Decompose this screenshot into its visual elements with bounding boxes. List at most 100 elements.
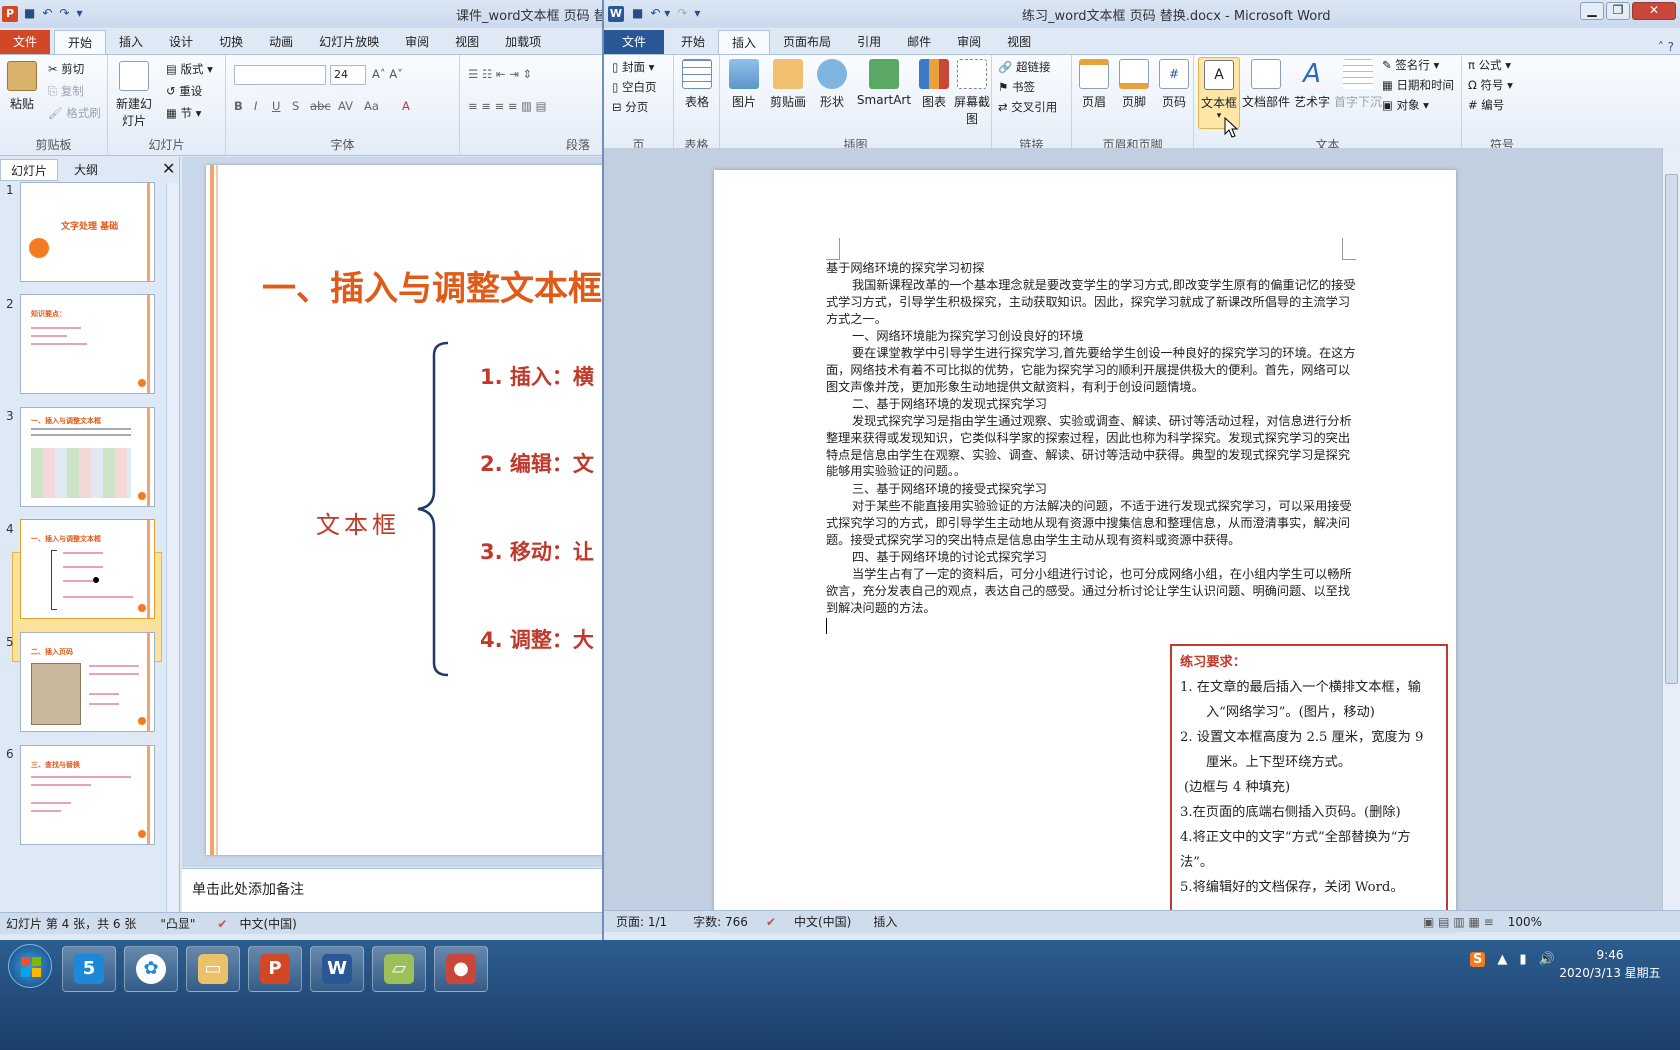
bookmark-button[interactable]: ⚑ 书签 [998, 79, 1035, 95]
smartart-button[interactable]: SmartArt [854, 59, 914, 107]
picture-button[interactable]: 图片 [724, 59, 764, 110]
maximize-icon[interactable]: ❐ [1606, 2, 1630, 20]
date-time-button[interactable]: ▦ 日期和时间 [1382, 77, 1454, 93]
proofing-icon[interactable]: ✔ [217, 917, 227, 931]
vertical-scrollbar[interactable] [1662, 148, 1680, 910]
layout-button[interactable]: ▤ 版式 ▾ [166, 61, 213, 77]
tab-insert[interactable]: 插入 [106, 30, 156, 54]
view-buttons-icon[interactable]: ▣ ▤ ▥ ▦ ≡ [1423, 915, 1494, 929]
slide-thumbnail-6[interactable]: 三、查找与替换 [20, 745, 155, 845]
page-number-button[interactable]: # 页码 [1156, 59, 1192, 110]
taskbar-powerpoint[interactable]: P [248, 946, 302, 992]
taskbar-explorer[interactable]: ▭ [186, 946, 240, 992]
font-size-box[interactable]: 24 [330, 65, 366, 85]
tab-addins[interactable]: 加载项 [492, 30, 554, 54]
tab-home[interactable]: 开始 [668, 30, 718, 54]
paste-button[interactable]: 粘贴 [4, 61, 40, 112]
tab-slides-panel[interactable]: 幻灯片 [0, 159, 59, 181]
tab-file[interactable]: 文件 [604, 30, 665, 54]
taskbar-app-baidu[interactable]: ✿ [124, 946, 178, 992]
slide-thumbnail-2[interactable]: 知识要点： [20, 294, 155, 394]
tab-review[interactable]: 审阅 [392, 30, 442, 54]
proofing-icon[interactable]: ✔ [766, 915, 776, 929]
clock[interactable]: 9:46 2020/3/13 星期五 [1550, 946, 1670, 982]
font-color-icon[interactable]: A [402, 99, 410, 113]
zoom-level[interactable]: 100% [1508, 915, 1542, 929]
word-count-status[interactable]: 字数: 766 [693, 913, 748, 930]
tab-review[interactable]: 审阅 [944, 30, 994, 54]
change-case-icon[interactable]: Aa [364, 99, 379, 113]
tab-animations[interactable]: 动画 [256, 30, 306, 54]
copy-button[interactable]: ⎘ 复制 [48, 83, 84, 99]
taskbar-app-5[interactable]: 5 [62, 946, 116, 992]
close-panel-icon[interactable]: ✕ [162, 159, 175, 178]
current-slide[interactable]: 一、插入与调整文本框 文本框 1. 插入：横 2. 编辑：文 3. 移动：让 4… [206, 165, 606, 855]
cover-page-button[interactable]: ▯ 封面 ▾ [612, 59, 654, 75]
taskbar-word[interactable]: W [310, 946, 364, 992]
redo-icon[interactable]: ↷ [59, 6, 69, 20]
ribbon-collapse-icon[interactable]: ˄ ? [1658, 40, 1674, 54]
tab-view[interactable]: 视图 [994, 30, 1044, 54]
tab-home[interactable]: 开始 [54, 30, 107, 54]
tab-design[interactable]: 设计 [156, 30, 206, 54]
table-button[interactable]: 表格 [678, 59, 716, 110]
grow-font-icon[interactable]: A˄ A˅ [372, 67, 403, 81]
notes-pane[interactable]: 单击此处添加备注 [182, 868, 602, 912]
network-icon[interactable]: ▮ [1519, 952, 1526, 967]
thumbnail-scrollbar[interactable] [166, 183, 178, 913]
wordart-button[interactable]: A 艺术字 [1292, 59, 1332, 110]
object-button[interactable]: ▣ 对象 ▾ [1382, 97, 1429, 113]
clipart-button[interactable]: 剪贴画 [766, 59, 810, 110]
footer-button[interactable]: 页脚 [1116, 59, 1152, 110]
font-name-box[interactable] [234, 65, 326, 85]
dropcap-button[interactable]: 首字下沉 [1334, 59, 1382, 110]
save-icon[interactable]: ■ [632, 6, 643, 20]
minimize-icon[interactable]: ▁ [1580, 2, 1604, 20]
tab-file[interactable]: 文件 [0, 30, 51, 54]
bold-icon[interactable]: B [234, 99, 243, 113]
numbering-button[interactable]: # 编号 [1468, 97, 1504, 113]
new-slide-button[interactable]: 新建幻灯片 [112, 61, 156, 129]
tab-mailings[interactable]: 邮件 [894, 30, 944, 54]
tab-view[interactable]: 视图 [442, 30, 492, 54]
tab-insert[interactable]: 插入 [718, 30, 771, 54]
section-button[interactable]: ▦ 节 ▾ [166, 105, 201, 121]
shapes-button[interactable]: 形状 [812, 59, 852, 110]
redo-icon[interactable]: ↷ [677, 6, 687, 20]
tab-transitions[interactable]: 切换 [206, 30, 256, 54]
scroll-thumb[interactable] [1665, 174, 1678, 684]
language-status[interactable]: 中文(中国) [794, 913, 851, 930]
cut-button[interactable]: ✂ 剪切 [48, 61, 84, 77]
char-spacing-icon[interactable]: AV [338, 99, 353, 113]
taskbar-recorder[interactable]: ● [434, 946, 488, 992]
cross-reference-button[interactable]: ⇄ 交叉引用 [998, 99, 1057, 115]
taskbar-notes[interactable]: ▱ [372, 946, 426, 992]
slide-thumbnail-5[interactable]: 二、插入页码 [20, 632, 155, 732]
undo-icon[interactable]: ↶ ▾ [650, 6, 670, 20]
tab-outline-panel[interactable]: 大纲 [64, 159, 108, 181]
language-status[interactable]: 中文(中国) [239, 915, 296, 932]
start-button[interactable] [8, 944, 52, 988]
customize-qat-icon[interactable]: ▾ [76, 6, 82, 20]
reset-button[interactable]: ↺ 重设 [166, 83, 202, 99]
sogou-tray-icon[interactable]: S [1470, 952, 1486, 967]
powerpoint-app-icon[interactable]: P [2, 6, 18, 22]
blank-page-button[interactable]: ▯ 空白页 [612, 79, 656, 95]
customize-qat-icon[interactable]: ▾ [694, 6, 700, 20]
symbol-button[interactable]: Ω 符号 ▾ [1468, 77, 1513, 93]
signature-line-button[interactable]: ✎ 签名行 ▾ [1382, 57, 1439, 73]
undo-icon[interactable]: ↶ [42, 6, 52, 20]
practice-textbox[interactable]: 练习要求： 1. 在文章的最后插入一个横排文本框，输入“网络学习”。(图片，移动… [1170, 644, 1448, 930]
hyperlink-button[interactable]: 🔗 超链接 [998, 59, 1050, 75]
slide-thumbnail-4[interactable]: 一、插入与调整文本框 [20, 519, 155, 619]
tab-references[interactable]: 引用 [844, 30, 894, 54]
underline-icon[interactable]: U [272, 99, 280, 113]
equation-button[interactable]: π 公式 ▾ [1468, 57, 1511, 73]
align-icons[interactable]: ≡ ≡ ≡ ≡ ▥ ▤ [468, 99, 547, 113]
chart-button[interactable]: 图表 [916, 59, 952, 110]
tab-slideshow[interactable]: 幻灯片放映 [306, 30, 392, 54]
bullets-icon[interactable]: ☰ ☷ ⇤ ⇥ ⇕ [468, 67, 532, 81]
save-icon[interactable]: ■ [24, 6, 35, 20]
shadow-icon[interactable]: S [292, 99, 299, 113]
page-count-status[interactable]: 页面: 1/1 [616, 913, 667, 930]
